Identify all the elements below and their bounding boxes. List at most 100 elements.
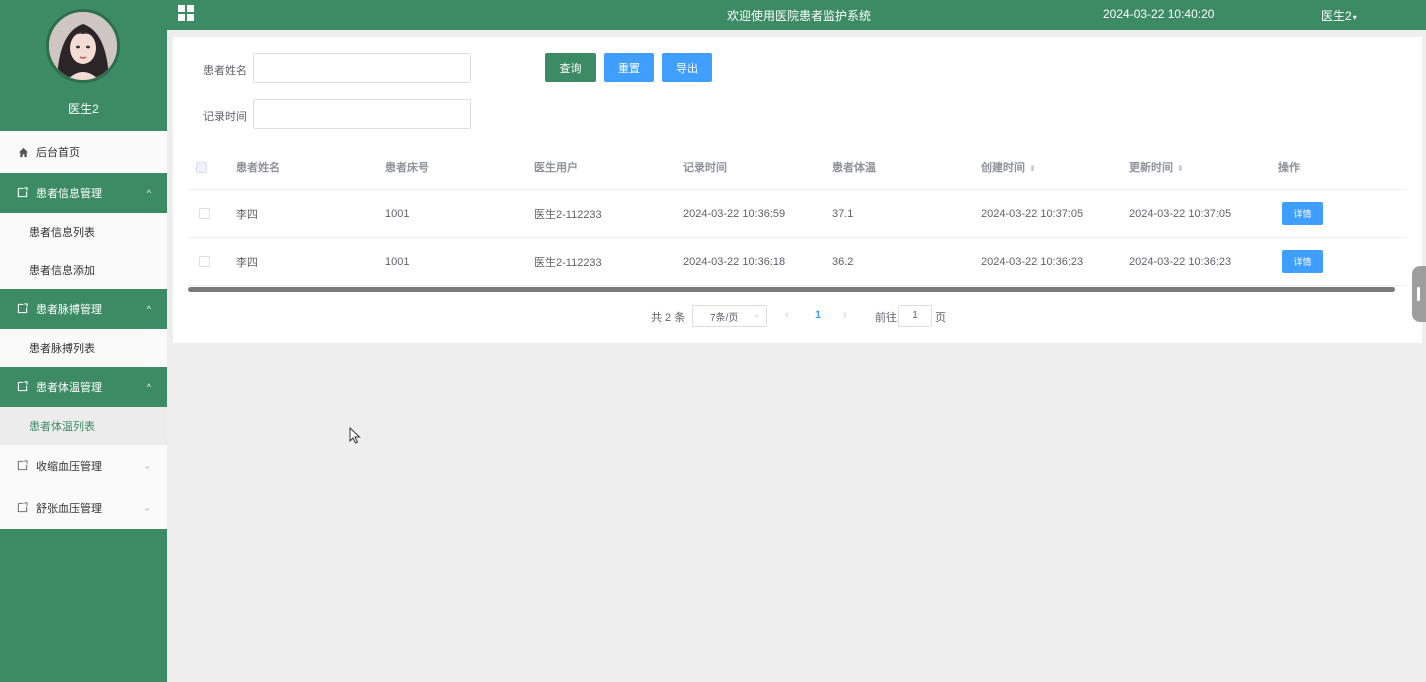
column-header-name: 患者姓名: [236, 161, 280, 174]
detail-button[interactable]: 详情: [1282, 202, 1323, 225]
cell-updated: 2024-03-22 10:36:23: [1129, 255, 1232, 268]
mouse-cursor-icon: [349, 426, 361, 447]
chevron-down-icon: ⌄: [143, 502, 151, 513]
column-header-action: 操作: [1278, 161, 1300, 174]
column-header-label: 创建时间: [981, 161, 1025, 174]
cell-doctor: 医生2-112233: [534, 208, 602, 221]
detail-button[interactable]: 详情: [1282, 250, 1323, 273]
pagination: 共 2 条 7条/页 ⌄ ‹ 1 › 前往 1 页: [173, 305, 1422, 327]
column-header-doctor: 医生用户: [534, 161, 578, 174]
user-name: 医生2: [1321, 9, 1352, 23]
sidebar-group-systolic[interactable]: 收缩血压管理 ⌄: [0, 445, 167, 487]
profile-section: 医生2: [0, 0, 167, 131]
top-header: 欢迎使用医院患者监护系统 2024-03-22 10:40:20 医生2▾: [167, 0, 1426, 30]
column-header-temperature: 患者体温: [832, 161, 876, 174]
document-icon: [17, 303, 29, 315]
pagination-total: 共 2 条: [651, 312, 686, 324]
select-all-checkbox[interactable]: [196, 162, 207, 173]
page-size-select[interactable]: 7条/页 ⌄: [692, 305, 767, 327]
sort-icon[interactable]: ⬍: [1177, 164, 1184, 173]
sidebar-group-temperature[interactable]: 患者体温管理 ^: [0, 367, 167, 407]
sidebar-item-label: 患者脉搏列表: [29, 343, 95, 355]
chevron-up-icon: ^: [146, 304, 151, 314]
goto-page-input[interactable]: 1: [898, 305, 932, 327]
side-drawer-handle[interactable]: [1412, 266, 1426, 322]
sidebar-group-label: 患者信息管理: [36, 188, 102, 200]
patient-name-label: 患者姓名: [203, 65, 247, 77]
horizontal-scrollbar[interactable]: [188, 287, 1395, 292]
sidebar-group-pulse[interactable]: 患者脉搏管理 ^: [0, 289, 167, 329]
sidebar: 医生2 后台首页 患者信息管理 ^ 患者信息列表 患者信息添加 患者脉搏管理 ^…: [0, 0, 167, 682]
table-row: 李四 1001 医生2-112233 2024-03-22 10:36:18 3…: [188, 238, 1407, 286]
reset-button[interactable]: 重置: [604, 53, 654, 82]
content-card: 患者姓名 记录时间 查询 重置 导出 患者姓名 患者床号 医生用户 记录时间 患…: [173, 37, 1422, 343]
sidebar-item-label: 患者体温列表: [29, 421, 95, 433]
document-icon: [17, 187, 29, 199]
cell-temperature: 36.2: [832, 255, 854, 268]
sidebar-group-diastolic[interactable]: 舒张血压管理 ⌄: [0, 487, 167, 529]
caret-down-icon: ▾: [1352, 13, 1357, 22]
record-time-input[interactable]: [253, 99, 471, 129]
table-header-row: 患者姓名 患者床号 医生用户 记录时间 患者体温 创建时间 ⬍ 更新时间 ⬍ 操作: [188, 144, 1407, 190]
chevron-down-icon: ⌄: [143, 460, 151, 471]
grid-menu-icon[interactable]: [178, 5, 194, 21]
sidebar-menu: 后台首页 患者信息管理 ^ 患者信息列表 患者信息添加 患者脉搏管理 ^ 患者脉…: [0, 131, 167, 529]
sidebar-item-temperature-list[interactable]: 患者体温列表: [0, 407, 167, 445]
sidebar-group-patient-info[interactable]: 患者信息管理 ^: [0, 173, 167, 213]
cell-doctor: 医生2-112233: [534, 256, 602, 269]
patient-name-input[interactable]: [253, 53, 471, 83]
sidebar-item-label: 后台首页: [36, 147, 80, 159]
page-unit-label: 页: [935, 312, 946, 324]
column-header-label: 更新时间: [1129, 161, 1173, 174]
sidebar-item-patient-add[interactable]: 患者信息添加: [0, 251, 167, 289]
row-checkbox[interactable]: [199, 208, 210, 219]
cell-created: 2024-03-22 10:37:05: [981, 207, 1084, 220]
chevron-up-icon: ^: [146, 188, 151, 198]
goto-label: 前往: [875, 312, 897, 324]
cell-updated: 2024-03-22 10:37:05: [1129, 207, 1232, 220]
sidebar-group-label: 舒张血压管理: [36, 503, 102, 515]
sort-icon[interactable]: ⬍: [1029, 164, 1036, 173]
page-size-value: 7条/页: [710, 312, 739, 324]
data-table: 患者姓名 患者床号 医生用户 记录时间 患者体温 创建时间 ⬍ 更新时间 ⬍ 操作 …: [188, 144, 1407, 286]
document-icon: [17, 460, 29, 472]
cell-bed: 1001: [385, 207, 410, 220]
profile-name: 医生2: [68, 102, 99, 116]
cell-bed: 1001: [385, 255, 410, 268]
cell-record-time: 2024-03-22 10:36:18: [683, 255, 786, 268]
document-icon: [17, 502, 29, 514]
sidebar-item-patient-list[interactable]: 患者信息列表: [0, 213, 167, 251]
chevron-up-icon: ^: [146, 382, 151, 392]
chevron-down-icon: ⌄: [753, 310, 760, 319]
user-dropdown[interactable]: 医生2▾: [1321, 7, 1357, 24]
avatar[interactable]: [46, 9, 120, 83]
next-page-icon[interactable]: ›: [843, 309, 847, 321]
cell-name: 李四: [236, 256, 258, 269]
sidebar-item-home[interactable]: 后台首页: [0, 131, 167, 173]
row-checkbox[interactable]: [199, 256, 210, 267]
cell-name: 李四: [236, 208, 258, 221]
cell-record-time: 2024-03-22 10:36:59: [683, 207, 786, 220]
sidebar-group-label: 患者脉搏管理: [36, 304, 102, 316]
column-header-updated[interactable]: 更新时间 ⬍: [1129, 159, 1184, 175]
sidebar-group-label: 收缩血压管理: [36, 461, 102, 473]
header-datetime: 2024-03-22 10:40:20: [1103, 7, 1215, 21]
home-icon: [17, 146, 29, 158]
header-title: 欢迎使用医院患者监护系统: [727, 9, 872, 23]
sidebar-item-label: 患者信息添加: [29, 265, 95, 277]
sidebar-group-label: 患者体温管理: [36, 382, 102, 394]
sidebar-item-label: 患者信息列表: [29, 227, 95, 239]
export-button[interactable]: 导出: [662, 53, 712, 82]
column-header-bed: 患者床号: [385, 161, 429, 174]
table-row: 李四 1001 医生2-112233 2024-03-22 10:36:59 3…: [188, 190, 1407, 238]
page-number-current[interactable]: 1: [815, 309, 821, 321]
query-button[interactable]: 查询: [545, 53, 596, 82]
column-header-created[interactable]: 创建时间 ⬍: [981, 159, 1036, 175]
cell-temperature: 37.1: [832, 207, 854, 220]
cell-created: 2024-03-22 10:36:23: [981, 255, 1084, 268]
document-icon: [17, 381, 29, 393]
prev-page-icon[interactable]: ‹: [785, 309, 789, 321]
sidebar-item-pulse-list[interactable]: 患者脉搏列表: [0, 329, 167, 367]
record-time-label: 记录时间: [203, 111, 247, 123]
column-header-record-time: 记录时间: [683, 161, 727, 174]
